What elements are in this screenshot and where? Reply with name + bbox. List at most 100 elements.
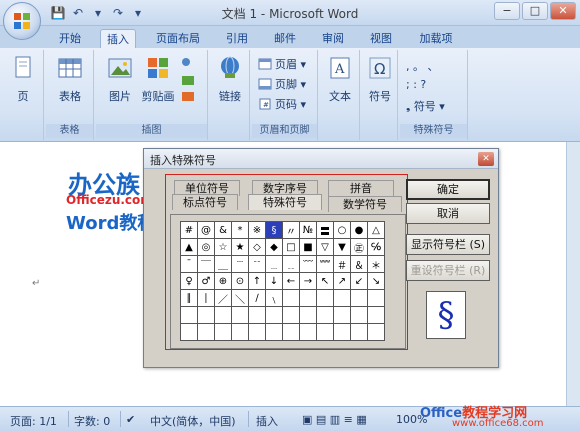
symbol-cell[interactable]: ＆	[350, 255, 368, 273]
dialog-close-icon[interactable]: ✕	[478, 152, 494, 166]
symbol-cell[interactable]	[197, 306, 215, 324]
header-button[interactable]: 页眉 ▾	[258, 56, 306, 72]
symbol-cell[interactable]	[367, 289, 385, 307]
symbol-cell[interactable]: ◎	[197, 238, 215, 256]
tab-view[interactable]: 视图	[366, 29, 396, 48]
maximize-button[interactable]: □	[522, 2, 548, 20]
tab-review[interactable]: 审阅	[318, 29, 348, 48]
tab-page-layout[interactable]: 页面布局	[150, 29, 206, 48]
symbol-cell[interactable]	[299, 306, 317, 324]
minimize-button[interactable]: −	[494, 2, 520, 20]
tab-insert[interactable]: 插入	[100, 29, 136, 48]
symbol-cell[interactable]	[282, 306, 300, 324]
symbol-cell[interactable]	[350, 323, 368, 341]
symbol-cell[interactable]: ♂	[197, 272, 215, 290]
symbol-cell[interactable]	[299, 323, 317, 341]
symbol-cell[interactable]: ⊕	[214, 272, 232, 290]
symbol-cell[interactable]	[333, 306, 351, 324]
symbol-cell[interactable]	[350, 289, 368, 307]
symbol-cell[interactable]: &	[214, 221, 232, 239]
symbol-cell[interactable]	[350, 306, 368, 324]
symbol-cell[interactable]	[282, 323, 300, 341]
symbol-cell[interactable]	[265, 323, 283, 341]
tab-pinyin[interactable]: 拼音	[328, 180, 394, 196]
symbol-cell[interactable]	[231, 306, 249, 324]
symbol-cell[interactable]	[197, 323, 215, 341]
symbol-cell[interactable]: ▲	[180, 238, 198, 256]
clipart-button[interactable]: 剪贴画	[136, 54, 180, 104]
symbol-cell[interactable]: ﹨	[265, 289, 283, 307]
status-insert-mode[interactable]: 插入	[256, 413, 278, 429]
text-button[interactable]: A 文本	[318, 54, 362, 104]
pages-button[interactable]: 页	[1, 54, 45, 104]
shapes-smartart-icon[interactable]	[180, 56, 198, 106]
symbol-cell[interactable]: ♀	[180, 272, 198, 290]
symbol-cell[interactable]: §	[265, 221, 283, 239]
symbol-cell[interactable]: 〓	[316, 221, 334, 239]
symbol-cell[interactable]	[180, 306, 198, 324]
table-button[interactable]: 表格	[48, 54, 92, 104]
symbol-cell[interactable]: ﹌	[316, 255, 334, 273]
symbol-cell[interactable]: ㊣	[350, 238, 368, 256]
symbol-cell[interactable]: ☆	[214, 238, 232, 256]
symbol-cell[interactable]: ↗	[333, 272, 351, 290]
symbol-cell[interactable]: ◇	[248, 238, 266, 256]
symbol-cell[interactable]: ↓	[265, 272, 283, 290]
symbol-cell[interactable]: □	[282, 238, 300, 256]
symbol-cell[interactable]: *	[231, 221, 249, 239]
links-button[interactable]: 链接	[208, 54, 252, 104]
symbol-cell[interactable]: ←	[282, 272, 300, 290]
symbol-cell[interactable]: ﹍	[265, 255, 283, 273]
symbol-cell[interactable]	[333, 323, 351, 341]
proofing-icon[interactable]: ✔	[126, 413, 135, 426]
symbol-cell[interactable]	[265, 306, 283, 324]
symbol-cell[interactable]: ◆	[265, 238, 283, 256]
symbol-cell[interactable]	[367, 306, 385, 324]
symbol-cell[interactable]	[316, 289, 334, 307]
close-button[interactable]: ✕	[550, 2, 576, 20]
symbol-cell[interactable]: ＿	[214, 255, 232, 273]
symbol-cell[interactable]: ▽	[316, 238, 334, 256]
symbol-cell[interactable]: ★	[231, 238, 249, 256]
symbol-cell[interactable]: ↖	[316, 272, 334, 290]
symbol-cell[interactable]	[299, 289, 317, 307]
symbol-cell[interactable]: ●	[350, 221, 368, 239]
special-symbols-row-2[interactable]: ; : ?	[406, 78, 426, 91]
symbol-cell[interactable]: ﹋	[299, 255, 317, 273]
symbol-cell[interactable]: ↙	[350, 272, 368, 290]
special-symbol-button[interactable]: ❟ 符号 ▾	[406, 98, 445, 114]
symbol-cell[interactable]	[214, 306, 232, 324]
symbol-cell[interactable]: ∥	[180, 289, 198, 307]
symbol-cell[interactable]: №	[299, 221, 317, 239]
symbol-cell[interactable]	[316, 323, 334, 341]
special-symbols-row-1[interactable]: , 。 、	[406, 58, 439, 74]
status-language[interactable]: 中文(简体，中国)	[150, 413, 236, 429]
symbol-cell[interactable]	[214, 323, 232, 341]
symbol-cell[interactable]	[282, 289, 300, 307]
page-number-button[interactable]: # 页码 ▾	[258, 96, 306, 112]
symbol-button[interactable]: Ω 符号	[358, 54, 402, 104]
symbol-cell[interactable]: ↘	[367, 272, 385, 290]
status-page[interactable]: 页面: 1/1	[10, 413, 57, 429]
symbol-cell[interactable]: ﹎	[282, 255, 300, 273]
symbol-cell[interactable]	[333, 289, 351, 307]
cancel-button[interactable]: 取消	[406, 203, 490, 224]
view-buttons-icon[interactable]: ▣ ▤ ▥ ≡ ▦	[302, 413, 367, 426]
tab-math-symbols[interactable]: 数学符号	[328, 196, 402, 212]
symbol-cell[interactable]: ／	[214, 289, 232, 307]
tab-special-symbols[interactable]: 特殊符号	[248, 194, 322, 210]
vertical-scrollbar[interactable]	[566, 142, 580, 406]
symbol-cell[interactable]: #	[180, 221, 198, 239]
symbol-cell[interactable]: ○	[333, 221, 351, 239]
tab-home[interactable]: 开始	[50, 29, 90, 48]
symbol-cell[interactable]	[248, 323, 266, 341]
tab-mailings[interactable]: 邮件	[270, 29, 300, 48]
symbol-cell[interactable]: ↑	[248, 272, 266, 290]
office-button[interactable]	[3, 2, 41, 40]
reset-symbol-bar-button[interactable]: 重设符号栏 (R)	[406, 260, 490, 281]
symbol-cell[interactable]: △	[367, 221, 385, 239]
symbol-cell[interactable]	[316, 306, 334, 324]
symbol-cell[interactable]: ￣	[197, 255, 215, 273]
symbol-cell[interactable]: ∣	[197, 289, 215, 307]
symbol-cell[interactable]	[180, 323, 198, 341]
